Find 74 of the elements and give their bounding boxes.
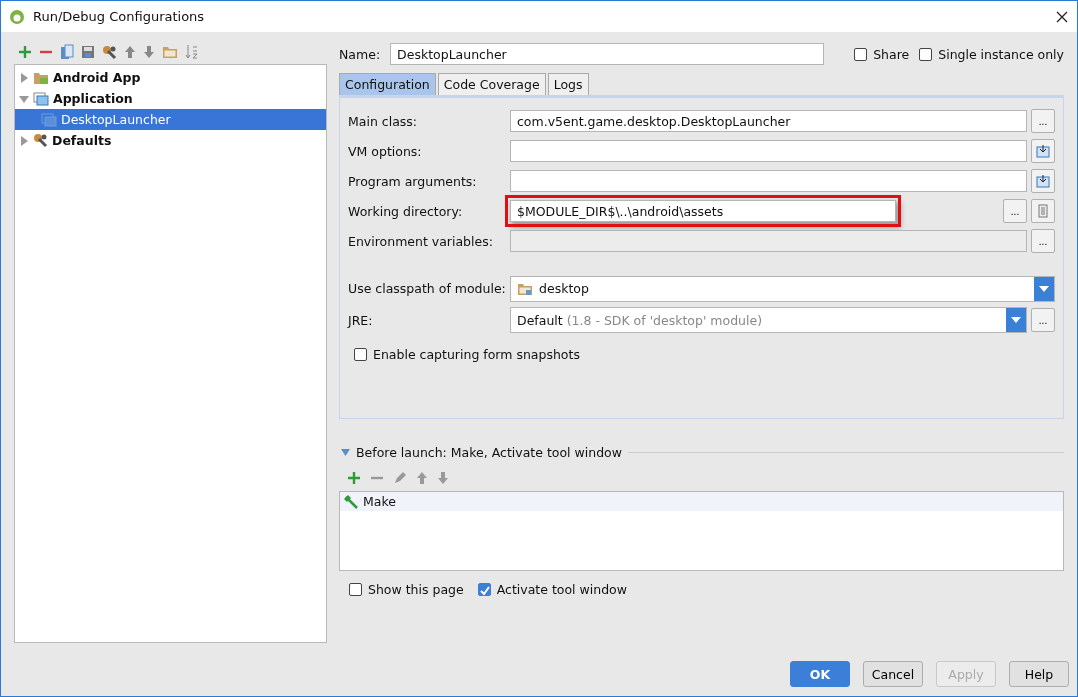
document-icon [1036,204,1050,218]
field-label: Use classpath of module: [348,281,506,296]
folder-icon [517,281,533,296]
window-title: Run/Debug Configurations [33,9,206,24]
add-icon[interactable] [18,45,32,59]
save-icon[interactable] [81,45,95,59]
tree-item[interactable]: Defaults [15,130,326,151]
browse-button[interactable]: ... [1031,109,1055,133]
folder-icon[interactable] [162,45,178,59]
arrow-up-icon[interactable] [416,471,428,485]
document-button[interactable] [1031,199,1055,223]
hammer-icon [343,493,359,510]
wrench-icon [33,133,48,148]
tab[interactable]: Code Coverage [437,73,546,95]
copy-icon[interactable] [60,44,74,60]
arrow-down-icon[interactable] [143,45,155,59]
close-icon[interactable] [1055,9,1069,24]
field-label: Working directory: [348,203,464,219]
text-field[interactable]: com.v5ent.game.desktop.DesktopLauncher [510,110,1027,132]
dropdown-field[interactable]: desktop [510,275,1055,302]
checkbox-label: Activate tool window [496,582,627,597]
field-label: Program arguments: [348,173,478,189]
sort-icon[interactable] [185,44,199,60]
expand-field-icon [1036,144,1050,158]
checkbox-label: Single instance only [938,46,1064,62]
field-label: Environment variables: [348,233,494,249]
expand-field-button[interactable] [1031,169,1055,193]
checkmark-icon [478,585,490,596]
wrench-icon[interactable] [102,44,117,60]
tab[interactable]: Logs [547,73,589,95]
field-label: Main class: [348,113,419,129]
name-label: Name: [339,46,381,62]
dropdown-field[interactable]: Default (1.8 - SDK of 'desktop' module) [510,307,1027,333]
section-title: Before launch: Make, Activate tool window [356,445,622,460]
checkbox-label: Enable capturing form snapshots [373,347,580,362]
text-field[interactable] [510,170,1027,192]
caret-icon [1039,285,1049,292]
field-label: JRE: [348,312,374,328]
dialog-button[interactable]: Help [1009,661,1069,687]
window-icon [33,91,49,106]
tree-item[interactable]: DesktopLauncher [15,109,326,130]
checkbox[interactable] [354,348,367,361]
dropdown-button[interactable] [1034,276,1054,301]
expand-field-button[interactable] [1031,139,1055,163]
tree-item[interactable]: Android App [15,67,326,88]
field-label: VM options: [348,143,423,159]
text-field[interactable] [510,140,1027,162]
browse-button[interactable]: ... [1031,308,1055,332]
tab[interactable]: Configuration [339,73,436,95]
dialog-button[interactable]: OK [790,661,850,687]
pencil-icon[interactable] [393,471,407,485]
task-item[interactable]: Make [340,492,1063,511]
dialog-button[interactable]: Cancel [863,661,923,687]
expand-icon[interactable] [19,72,29,83]
window-icon [41,112,57,127]
checkbox[interactable] [919,47,933,61]
browse-button[interactable]: ... [1003,199,1027,223]
collapse-icon[interactable] [19,93,29,104]
arrow-down-icon[interactable] [437,471,449,485]
caret-icon [1011,317,1021,323]
expand-icon[interactable] [19,135,29,146]
name-field[interactable]: DesktopLauncher [390,43,825,65]
checkbox[interactable] [349,583,362,596]
folder-icon [33,70,49,85]
add-icon[interactable] [347,471,361,485]
checkbox-label: Show this page [368,582,464,597]
expand-field-icon [1036,174,1050,188]
arrow-up-icon[interactable] [124,45,136,59]
dropdown-button[interactable] [1006,308,1026,332]
checkbox-label: Share [873,46,910,62]
tree-item[interactable]: Application [15,88,326,109]
collapse-icon[interactable] [341,449,350,456]
checkbox[interactable] [854,47,868,61]
checkbox[interactable] [477,583,491,596]
